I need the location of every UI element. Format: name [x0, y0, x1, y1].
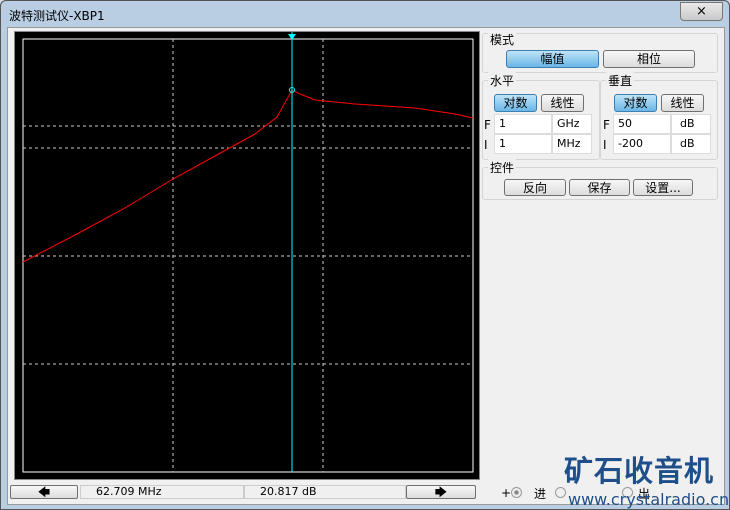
vertical-log-button[interactable]: 对数 — [614, 94, 657, 112]
bode-plot[interactable] — [14, 31, 480, 480]
horizontal-final-label: F — [484, 118, 491, 132]
phase-button[interactable]: 相位 — [603, 50, 695, 68]
cursor-left-button[interactable]: 🡄 — [10, 485, 78, 499]
horizontal-final-value[interactable]: 1 — [494, 114, 552, 134]
horizontal-final-unit[interactable]: GHz — [552, 114, 592, 134]
plus-terminal-label: + — [501, 486, 512, 500]
frequency-readout: 62.709 MHz — [80, 485, 244, 499]
vertical-final-value[interactable]: 50 — [613, 114, 671, 134]
bode-plotter-window: 波特测试仪-XBP1 × 模式 幅值 相位 水平 对数 线性 F 1 GHz I… — [0, 0, 730, 510]
mode-label: 模式 — [488, 31, 517, 48]
input-label: 进 — [534, 487, 547, 501]
horizontal-label: 水平 — [488, 72, 517, 89]
vertical-initial-value[interactable]: -200 — [613, 134, 671, 154]
cursor-right-button[interactable]: 🡆 — [406, 485, 476, 499]
settings-button[interactable]: 设置... — [633, 179, 693, 196]
window-title: 波特测试仪-XBP1 — [9, 9, 105, 23]
grid — [23, 39, 473, 472]
vertical-final-unit[interactable]: dB — [671, 114, 711, 134]
save-button[interactable]: 保存 — [569, 179, 630, 196]
vertical-label: 垂直 — [606, 72, 635, 89]
watermark-title: 矿石收音机 — [564, 454, 715, 488]
horizontal-initial-label: I — [484, 138, 488, 152]
horizontal-linear-button[interactable]: 线性 — [541, 94, 584, 112]
controls-label: 控件 — [488, 159, 517, 176]
horizontal-initial-unit[interactable]: MHz — [552, 134, 592, 154]
vertical-initial-label: I — [603, 138, 607, 152]
horizontal-initial-value[interactable]: 1 — [494, 134, 552, 154]
watermark-url: www.crystalradio.cn — [568, 490, 730, 509]
vertical-final-label: F — [603, 118, 610, 132]
reverse-button[interactable]: 反向 — [504, 179, 566, 196]
magnitude-trace — [22, 89, 474, 263]
client-area: 模式 幅值 相位 水平 对数 线性 F 1 GHz I 1 MHz 垂直 对数 … — [7, 27, 729, 509]
plot-svg — [22, 32, 474, 473]
vertical-initial-unit[interactable]: dB — [671, 134, 711, 154]
input-plus-terminal[interactable] — [511, 487, 522, 498]
vertical-linear-button[interactable]: 线性 — [661, 94, 704, 112]
gain-readout: 20.817 dB — [244, 485, 406, 499]
close-button[interactable]: × — [680, 2, 723, 21]
magnitude-button[interactable]: 幅值 — [506, 50, 599, 68]
horizontal-log-button[interactable]: 对数 — [494, 94, 537, 112]
